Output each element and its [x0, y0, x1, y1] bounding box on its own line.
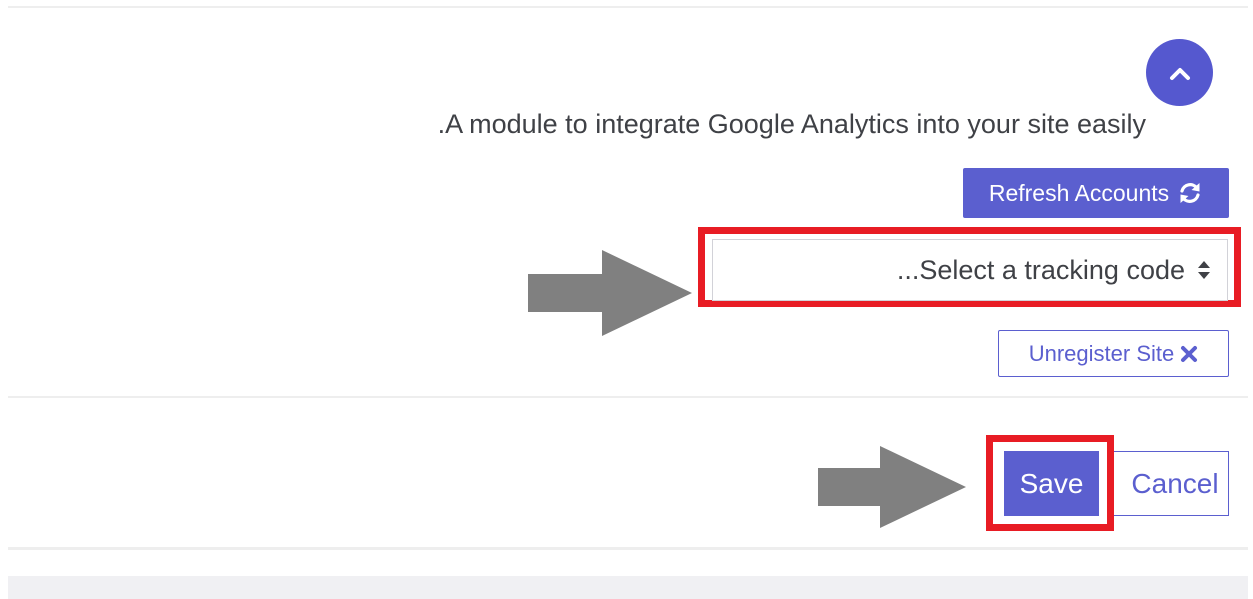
- close-icon: [1181, 345, 1198, 362]
- module-description: .A module to integrate Google Analytics …: [437, 109, 1146, 139]
- cancel-button[interactable]: Cancel: [1103, 451, 1229, 516]
- footer-bar: [8, 576, 1248, 599]
- chevron-up-icon: [1169, 67, 1190, 80]
- tracking-code-select-value: ...Select a tracking code: [896, 254, 1185, 285]
- pointer-arrow-save: [818, 446, 966, 528]
- refresh-accounts-label: Refresh Accounts: [988, 179, 1170, 206]
- pointer-arrow-select: [528, 250, 692, 336]
- bottom-divider: [8, 547, 1248, 550]
- sort-arrows-icon: [1198, 261, 1210, 279]
- unregister-site-button[interactable]: Unregister Site: [998, 330, 1229, 377]
- collapse-button[interactable]: [1146, 39, 1213, 106]
- top-divider: [8, 6, 1248, 8]
- section-divider: [8, 396, 1248, 398]
- refresh-icon: [1180, 183, 1200, 203]
- unregister-site-label: Unregister Site: [1028, 340, 1175, 366]
- tracking-code-select[interactable]: ...Select a tracking code: [712, 239, 1228, 301]
- save-button[interactable]: Save: [1004, 451, 1099, 516]
- refresh-accounts-button[interactable]: Refresh Accounts: [963, 168, 1229, 218]
